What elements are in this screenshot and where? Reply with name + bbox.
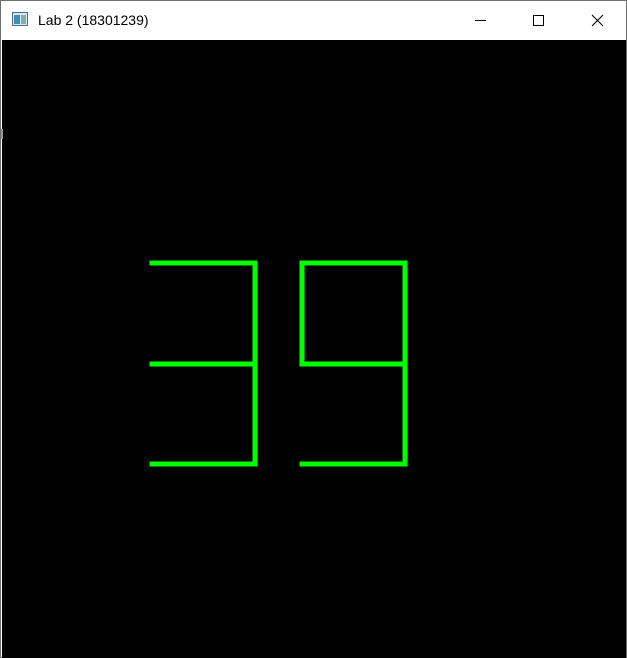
- maximize-icon: [533, 15, 544, 26]
- app-window: Lab 2 (18301239): [0, 0, 627, 658]
- seven-segment-display: [149, 260, 408, 467]
- app-window-icon: [12, 12, 28, 26]
- maximize-button[interactable]: [509, 1, 567, 39]
- close-button[interactable]: [568, 1, 626, 39]
- window-title: Lab 2 (18301239): [38, 12, 149, 28]
- window-resize-edge: [1, 129, 3, 139]
- digit-1: [149, 260, 258, 467]
- digit-2: [299, 260, 408, 467]
- title-bar[interactable]: Lab 2 (18301239): [1, 1, 626, 39]
- minimize-button[interactable]: [451, 1, 509, 39]
- close-icon: [591, 14, 604, 27]
- drawing-canvas: [2, 40, 626, 658]
- minimize-icon: [475, 20, 486, 21]
